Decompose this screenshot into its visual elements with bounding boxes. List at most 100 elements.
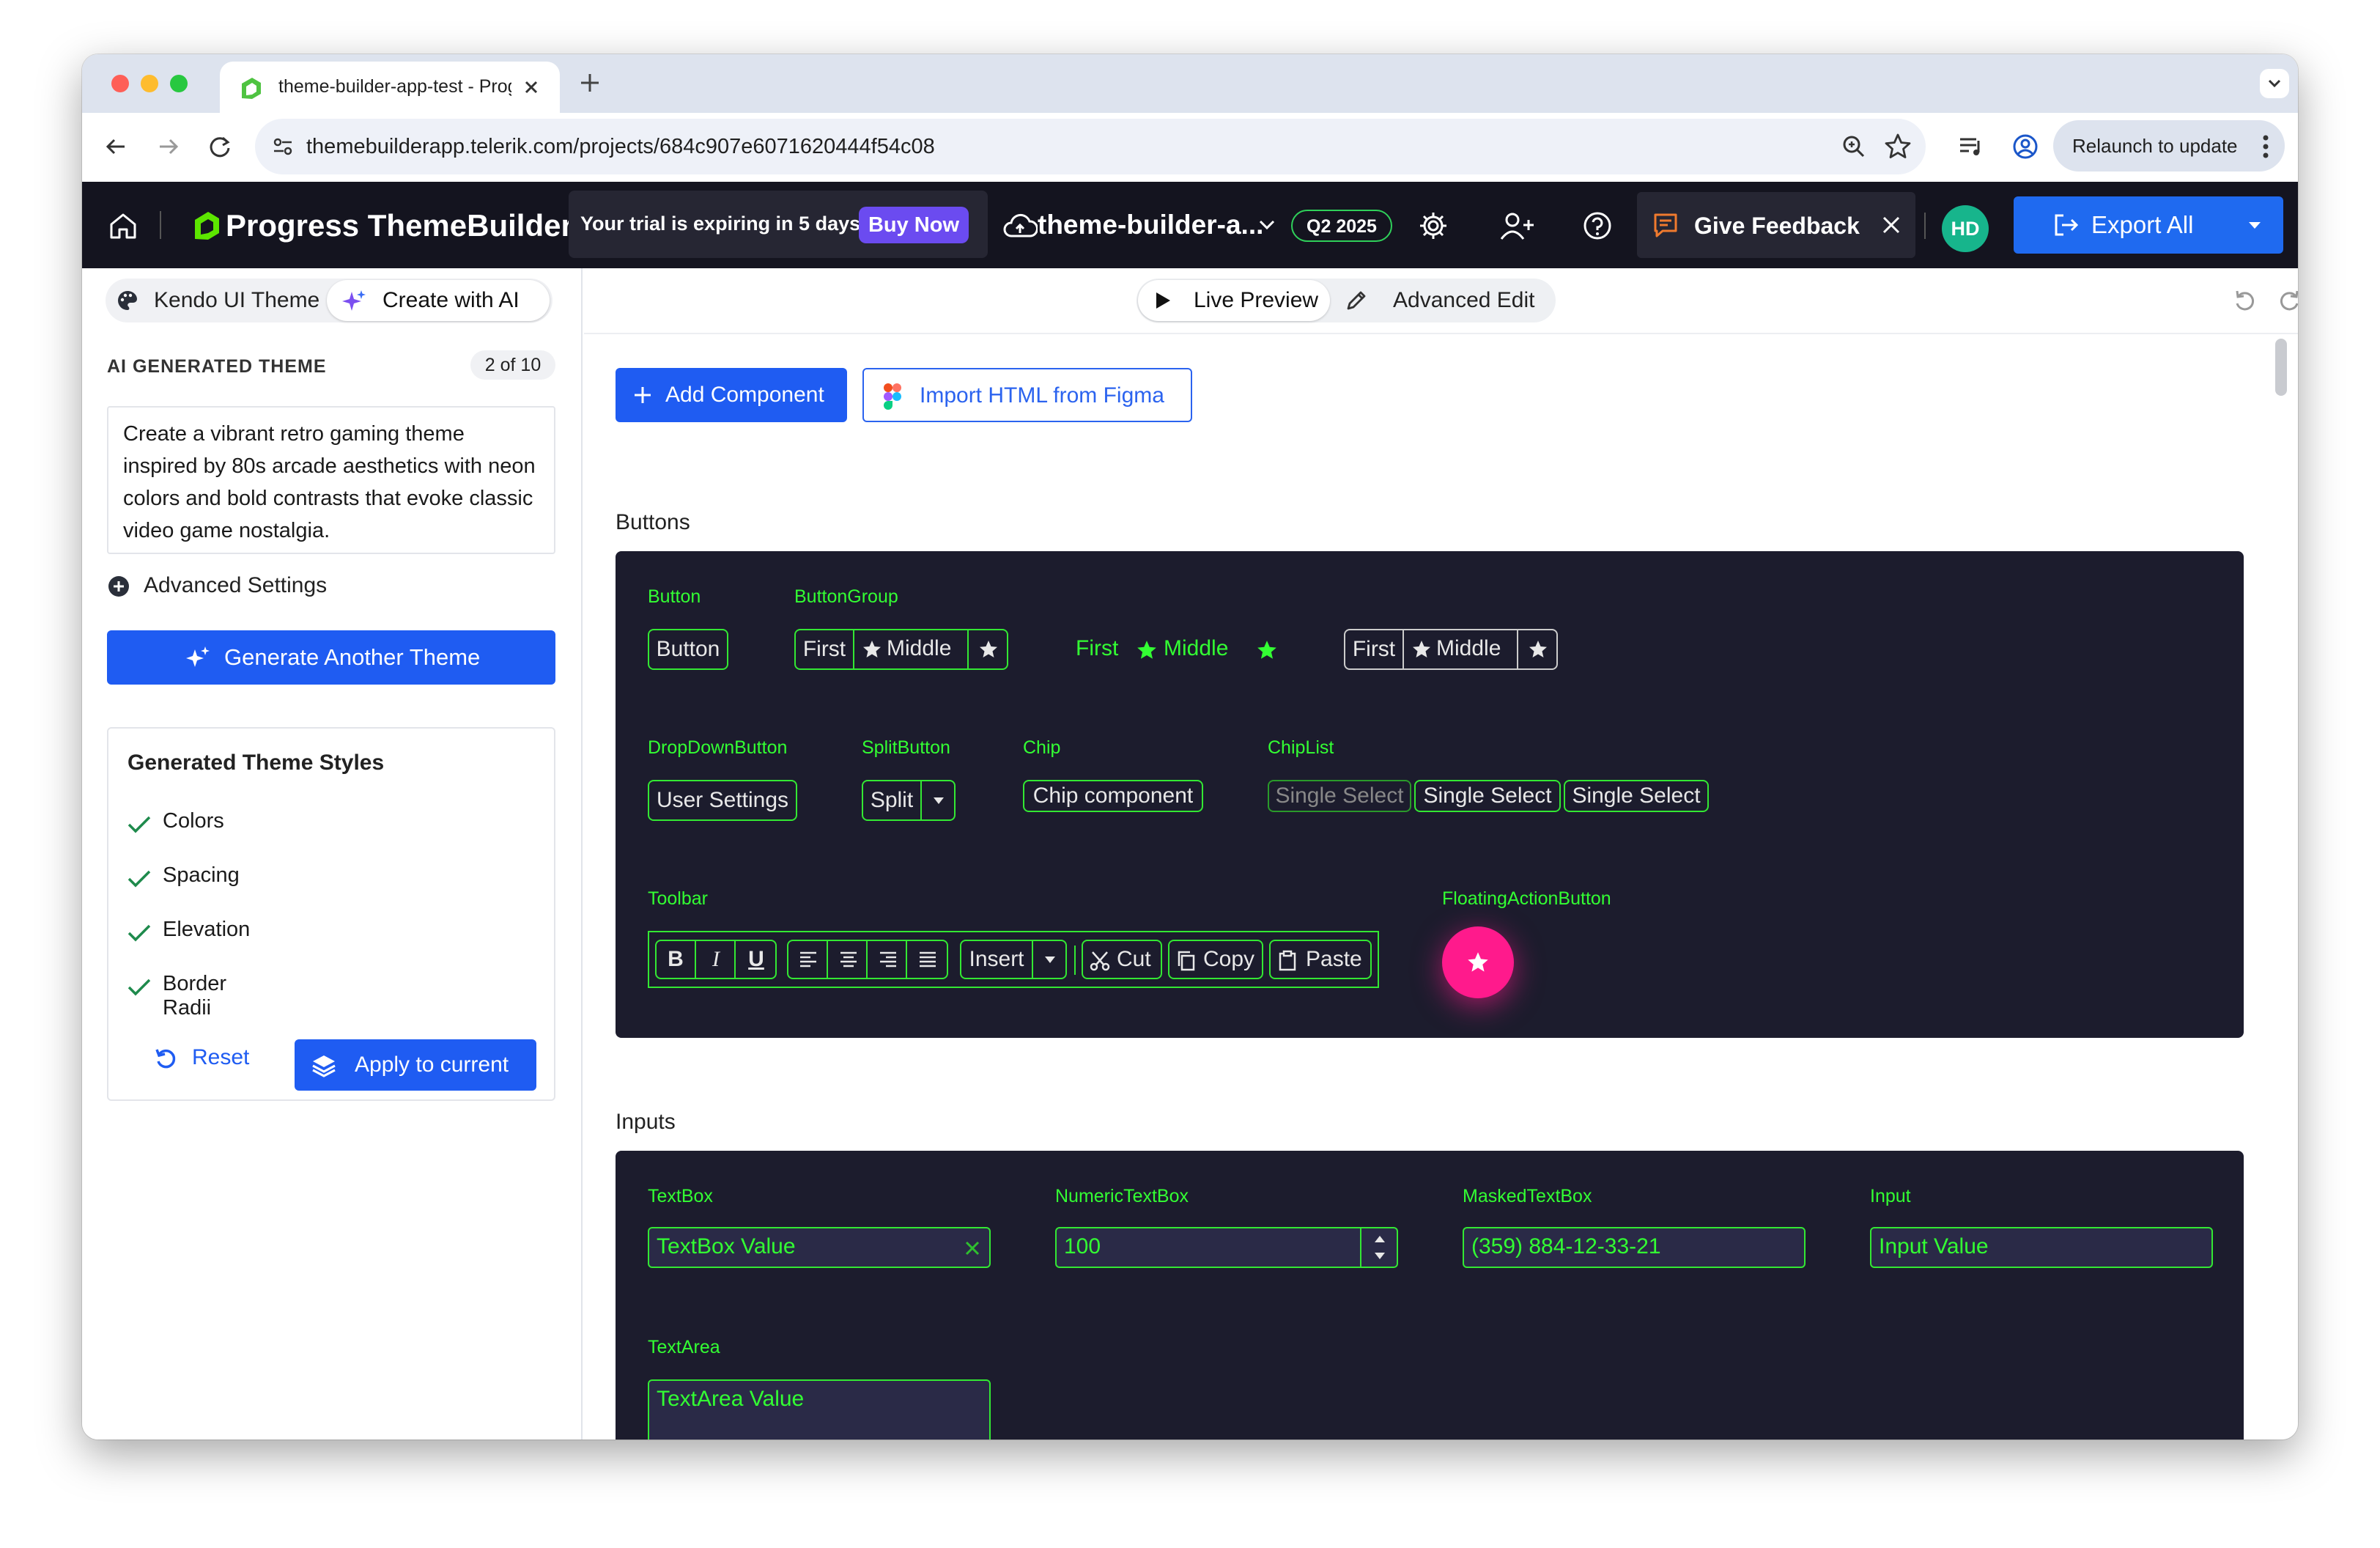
numeric-textbox[interactable]: 100: [1055, 1227, 1398, 1268]
masked-value: (359) 884-12-33-21: [1471, 1234, 1661, 1258]
give-feedback-link[interactable]: Give Feedback: [1694, 213, 1860, 240]
export-all-button[interactable]: Export All: [2014, 196, 2283, 254]
textbox-input[interactable]: TextBox Value: [648, 1227, 991, 1268]
back-icon[interactable]: [101, 132, 130, 161]
masked-textbox[interactable]: (359) 884-12-33-21: [1463, 1227, 1806, 1268]
numeric-value: 100: [1064, 1234, 1101, 1258]
align-center-button[interactable]: [829, 941, 868, 978]
group-first-button[interactable]: First: [796, 630, 854, 668]
dropdown-button[interactable]: User Settings: [648, 780, 797, 821]
site-settings-icon[interactable]: [270, 133, 296, 160]
settings-gear-icon[interactable]: [1417, 210, 1449, 242]
align-center-icon: [840, 951, 857, 968]
insert-button[interactable]: Insert: [961, 941, 1033, 978]
close-window-icon[interactable]: [111, 75, 129, 92]
button-label: Button: [648, 586, 701, 607]
redo-icon[interactable]: [2277, 287, 2298, 314]
italic-button[interactable]: I: [698, 941, 736, 978]
address-bar[interactable]: themebuilderapp.telerik.com/projects/684…: [255, 119, 1926, 174]
group-star-button[interactable]: [970, 630, 1007, 668]
export-dropdown-icon[interactable]: [2245, 215, 2264, 235]
add-user-icon[interactable]: [1499, 210, 1534, 242]
version-badge: Q2 2025: [1291, 210, 1392, 242]
bold-button[interactable]: B: [657, 941, 696, 978]
star-icon[interactable]: [1256, 639, 1278, 661]
relaunch-button[interactable]: Relaunch to update: [2053, 120, 2285, 172]
buttons-section-title: Buttons: [616, 510, 690, 534]
undo-icon[interactable]: [2231, 287, 2258, 314]
forward-icon[interactable]: [154, 132, 183, 161]
underline-button[interactable]: U: [737, 941, 775, 978]
generate-another-theme-button[interactable]: Generate Another Theme: [107, 630, 555, 685]
outline-star-button[interactable]: [1520, 630, 1556, 668]
outline-middle-button[interactable]: Middle: [1405, 630, 1518, 668]
align-left-button[interactable]: [788, 941, 828, 978]
media-controls-icon[interactable]: [1956, 132, 1986, 161]
star-icon: [980, 641, 997, 657]
split-main-button[interactable]: Split: [863, 781, 922, 819]
flat-first-button[interactable]: First: [1076, 636, 1118, 661]
reset-icon[interactable]: [152, 1045, 179, 1072]
minimize-window-icon[interactable]: [141, 75, 158, 92]
zoom-icon[interactable]: [1839, 132, 1869, 161]
chiplist-chip-1[interactable]: Single Select: [1268, 780, 1411, 812]
new-tab-icon[interactable]: [577, 70, 602, 95]
floating-action-button[interactable]: [1442, 926, 1514, 998]
app-header: Progress ThemeBuilder Your trial is expi…: [82, 182, 2298, 268]
import-figma-button[interactable]: Import HTML from Figma: [862, 368, 1192, 422]
textarea-input[interactable]: TextArea Value: [648, 1379, 991, 1440]
live-preview-tab[interactable]: Live Preview: [1138, 280, 1330, 321]
close-feedback-icon[interactable]: [1879, 213, 1904, 237]
scrollbar-thumb[interactable]: [2275, 339, 2287, 396]
reset-button[interactable]: Reset: [192, 1045, 249, 1070]
browser-tab[interactable]: theme-builder-app-test - Progress: [220, 62, 560, 113]
advanced-edit-tab[interactable]: Advanced Edit: [1393, 288, 1534, 313]
plain-input[interactable]: Input Value: [1870, 1227, 2213, 1268]
reload-icon[interactable]: [205, 132, 234, 161]
section-title: AI GENERATED THEME: [107, 356, 327, 377]
counter-text: 2 of 10: [484, 355, 542, 375]
splitbutton-label: SplitButton: [862, 737, 950, 758]
align-right-button[interactable]: [869, 941, 907, 978]
user-avatar[interactable]: HD: [1942, 205, 1989, 252]
apply-to-current-button[interactable]: Apply to current: [295, 1039, 536, 1091]
more-menu-icon[interactable]: [2260, 132, 2272, 161]
check-icon: [128, 924, 151, 942]
project-name[interactable]: theme-builder-a...: [1038, 210, 1263, 240]
outline-first-button[interactable]: First: [1345, 630, 1404, 668]
add-component-label: Add Component: [665, 383, 824, 407]
split-arrow-button[interactable]: [923, 781, 954, 819]
mode-toggle: Live Preview Advanced Edit: [1137, 279, 1556, 322]
maximize-window-icon[interactable]: [170, 75, 188, 92]
tab-kendo-ui-theme[interactable]: Kendo UI Theme: [154, 288, 319, 313]
tab-search-icon[interactable]: [2260, 69, 2289, 98]
insert-arrow-button[interactable]: [1035, 941, 1065, 978]
url-text[interactable]: themebuilderapp.telerik.com/projects/684…: [306, 135, 935, 159]
tab-create-with-ai[interactable]: Create with AI: [327, 280, 550, 321]
cut-button[interactable]: Cut: [1082, 940, 1162, 979]
home-icon[interactable]: [107, 210, 139, 242]
help-icon[interactable]: [1581, 210, 1614, 242]
chevron-down-icon[interactable]: [1256, 214, 1278, 236]
chiplist-chip-3[interactable]: Single Select: [1564, 780, 1709, 812]
group-middle-button[interactable]: Middle: [856, 630, 969, 668]
add-circle-icon[interactable]: [107, 575, 130, 598]
add-component-button[interactable]: Add Component: [616, 368, 847, 422]
buy-now-button[interactable]: Buy Now: [859, 207, 969, 243]
progress-logo-icon: [191, 210, 223, 242]
align-justify-button[interactable]: [909, 941, 947, 978]
copy-button[interactable]: Copy: [1168, 940, 1263, 979]
paste-button[interactable]: Paste: [1269, 940, 1372, 979]
advanced-settings-toggle[interactable]: Advanced Settings: [144, 573, 327, 598]
numeric-spinner[interactable]: [1360, 1228, 1397, 1267]
chip[interactable]: Chip component: [1023, 780, 1203, 812]
dropdownbutton-label: DropDownButton: [648, 737, 788, 758]
profile-icon[interactable]: [2011, 132, 2040, 161]
sample-button[interactable]: Button: [648, 629, 728, 670]
prompt-textarea[interactable]: Create a vibrant retro gaming theme insp…: [107, 406, 555, 554]
chiplist-chip-2[interactable]: Single Select: [1414, 780, 1561, 812]
flat-middle-button[interactable]: Middle: [1136, 629, 1268, 670]
cloud-upload-icon[interactable]: [1002, 211, 1038, 240]
close-tab-icon[interactable]: [522, 78, 541, 97]
bookmark-star-icon[interactable]: [1883, 132, 1912, 161]
